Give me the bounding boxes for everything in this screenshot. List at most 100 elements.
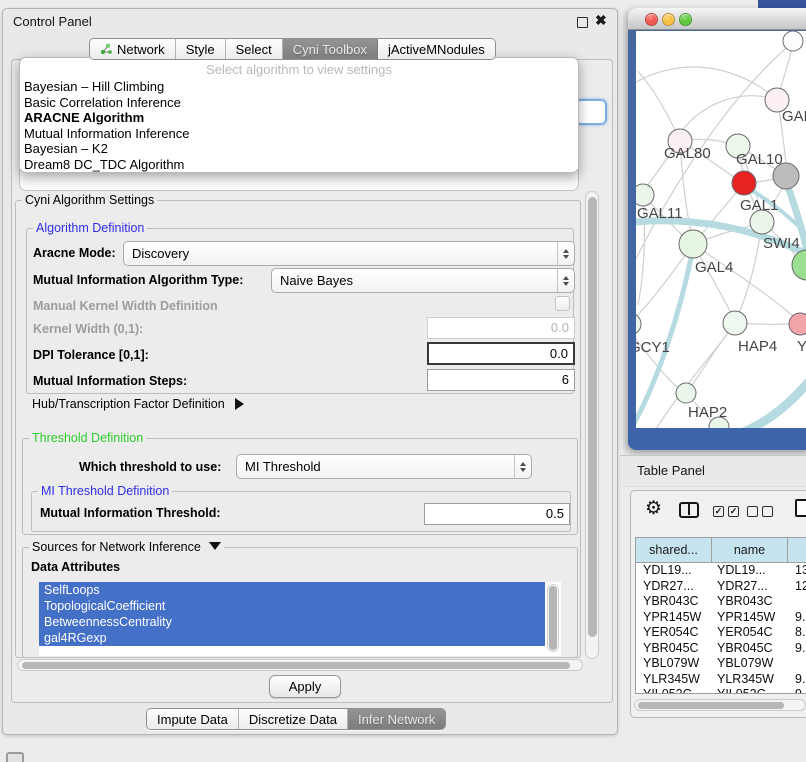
node-label: Y	[797, 338, 806, 355]
combobox-fragment[interactable]	[575, 99, 607, 125]
table-row[interactable]: YER054CYER054C8.	[636, 625, 806, 641]
attribute-list-item[interactable]: SelfLoops	[39, 582, 545, 598]
threshold-definition-group: Threshold Definition Which threshold to …	[22, 438, 578, 535]
mi-steps-field[interactable]: 6	[427, 369, 575, 391]
columns-icon[interactable]	[679, 502, 699, 518]
table-row[interactable]: YBR043CYBR043C	[636, 594, 806, 610]
gear-icon[interactable]: ⚙	[645, 497, 662, 520]
aracne-mode-combobox[interactable]: Discovery	[123, 241, 575, 266]
scrollbar-thumb[interactable]	[638, 702, 784, 709]
column-header[interactable]	[788, 538, 806, 563]
close-icon[interactable]: ✖	[595, 12, 607, 29]
background-window-edge	[758, 0, 806, 8]
mi-algorithm-type-value: Naive Bayes	[272, 273, 557, 288]
node-label: GAL80	[664, 145, 711, 162]
tab-network[interactable]: Network	[90, 39, 176, 59]
stepper-arrows-icon[interactable]	[557, 242, 574, 265]
network-node-gal1[interactable]	[732, 171, 756, 195]
float-window-icon[interactable]	[577, 17, 588, 28]
which-threshold-label: Which threshold to use:	[79, 456, 221, 478]
mi-algorithm-type-combobox[interactable]: Naive Bayes	[271, 268, 575, 293]
top-tab-bar: NetworkStyleSelectCyni ToolboxjActiveMNo…	[89, 38, 496, 60]
attribute-list-item[interactable]: gal4RGexp	[39, 630, 545, 646]
algorithm-definition-title: Algorithm Definition	[33, 221, 147, 235]
tab-style[interactable]: Style	[176, 39, 226, 59]
tab-infer-network[interactable]: Infer Network	[348, 709, 445, 729]
settings-horizontal-scrollbar[interactable]	[17, 659, 583, 671]
stepper-arrows-icon[interactable]	[514, 455, 531, 478]
attributes-listbox[interactable]: SelfLoopsTopologicalCoefficientBetweenne…	[39, 582, 561, 656]
apply-button[interactable]: Apply	[269, 675, 341, 698]
node-label: HAP2	[688, 404, 727, 421]
network-node-gal4[interactable]	[679, 230, 707, 258]
manual-kernel-width-checkbox[interactable]	[555, 296, 570, 311]
table-row[interactable]: YBL079WYBL079W	[636, 656, 806, 672]
scrollbar-thumb[interactable]	[549, 586, 557, 650]
sources-group-title[interactable]: Sources for Network Inference	[29, 540, 224, 554]
tab-select[interactable]: Select	[226, 39, 283, 59]
table-row[interactable]: YLR345WYLR345W9.	[636, 672, 806, 688]
column-header[interactable]: shared...	[636, 538, 712, 563]
chevron-right-icon[interactable]	[235, 398, 244, 410]
listbox-scrollbar[interactable]	[547, 584, 559, 652]
scrollbar-thumb[interactable]	[22, 662, 570, 669]
node-label: GCY1	[636, 339, 670, 356]
table-cell: YBR045C	[636, 641, 712, 657]
stepper-arrows-icon[interactable]	[557, 269, 574, 292]
manual-kernel-width-label: Manual Kernel Width Definition	[33, 295, 218, 317]
dropdown-item[interactable]: Dream8 DC_TDC Algorithm	[20, 157, 578, 173]
network-node-hap2[interactable]	[676, 383, 696, 403]
table-row[interactable]: YBR045CYBR045C9.	[636, 641, 806, 657]
close-traffic-light-icon[interactable]	[645, 13, 658, 26]
minimize-traffic-light-icon[interactable]	[662, 13, 675, 26]
network-canvas[interactable]: GALGAL80GAL10GAL1GAL11SWI4GAL4GCY1HAP4YH…	[636, 31, 806, 428]
minimized-panel-icon[interactable]	[6, 752, 24, 762]
network-node-hap4[interactable]	[723, 311, 747, 335]
tab-cyni-toolbox[interactable]: Cyni Toolbox	[283, 39, 378, 59]
zoom-traffic-light-icon[interactable]	[679, 13, 692, 26]
triangle-down-icon[interactable]	[209, 542, 221, 550]
which-threshold-combobox[interactable]: MI Threshold	[236, 454, 532, 479]
kernel-width-field[interactable]: 0.0	[427, 317, 575, 339]
file-icon[interactable]	[795, 499, 806, 517]
unchecked-checkbox-icon[interactable]	[762, 506, 773, 517]
network-view-window: GALGAL80GAL10GAL1GAL11SWI4GAL4GCY1HAP4YH…	[628, 8, 806, 450]
dropdown-item[interactable]: Bayesian – K2	[20, 141, 578, 157]
attribute-list-item[interactable]: BetweennessCentrality	[39, 614, 545, 630]
hub-section-toggle[interactable]: Hub/Transcription Factor Definition	[32, 397, 244, 415]
table-row[interactable]: YDR27...YDR27...12	[636, 579, 806, 595]
checked-checkbox-icon[interactable]: ✓	[728, 506, 739, 517]
table-cell: 9.	[788, 672, 806, 688]
network-window-titlebar[interactable]	[628, 8, 806, 30]
dropdown-item[interactable]: Basic Correlation Inference	[20, 95, 578, 111]
table-horizontal-scrollbar[interactable]	[634, 699, 806, 711]
table-cell: YER054C	[712, 625, 788, 641]
mi-threshold-field[interactable]: 0.5	[424, 503, 570, 525]
table-cell: YPR145W	[636, 610, 712, 626]
dropdown-item[interactable]: Mutual Information Inference	[20, 126, 578, 142]
tab-discretize-data[interactable]: Discretize Data	[239, 709, 348, 729]
network-node-gcy1[interactable]	[636, 313, 641, 335]
tab-impute-data[interactable]: Impute Data	[147, 709, 239, 729]
attribute-list-item[interactable]: TopologicalCoefficient	[39, 598, 545, 614]
checked-checkbox-icon[interactable]: ✓	[713, 506, 724, 517]
network-node-y[interactable]	[789, 313, 806, 335]
dpi-tolerance-field[interactable]: 0.0	[427, 342, 575, 365]
network-node[interactable]	[783, 31, 803, 51]
hub-section-label: Hub/Transcription Factor Definition	[32, 397, 225, 411]
mi-threshold-definition-title: MI Threshold Definition	[38, 484, 172, 498]
unchecked-checkbox-icon[interactable]	[747, 506, 758, 517]
table-panel-title: Table Panel	[637, 463, 705, 478]
dropdown-item[interactable]: ARACNE Algorithm	[20, 110, 578, 126]
table-body: YDL19...YDL19...13YDR27...YDR27...12YBR0…	[636, 563, 806, 693]
table-cell: 8.	[788, 625, 806, 641]
column-header[interactable]: name	[712, 538, 788, 563]
scrollbar-thumb[interactable]	[588, 197, 597, 637]
table-row[interactable]: YPR145WYPR145W9.	[636, 610, 806, 626]
network-node-gal11[interactable]	[636, 184, 654, 206]
tab-jactivemnodules[interactable]: jActiveMNodules	[378, 39, 495, 59]
settings-vertical-scrollbar[interactable]	[585, 191, 599, 659]
table-row[interactable]: YDL19...YDL19...13	[636, 563, 806, 579]
table-row[interactable]: YIL052CYIL052C9.	[636, 687, 806, 693]
dropdown-item[interactable]: Bayesian – Hill Climbing	[20, 79, 578, 95]
